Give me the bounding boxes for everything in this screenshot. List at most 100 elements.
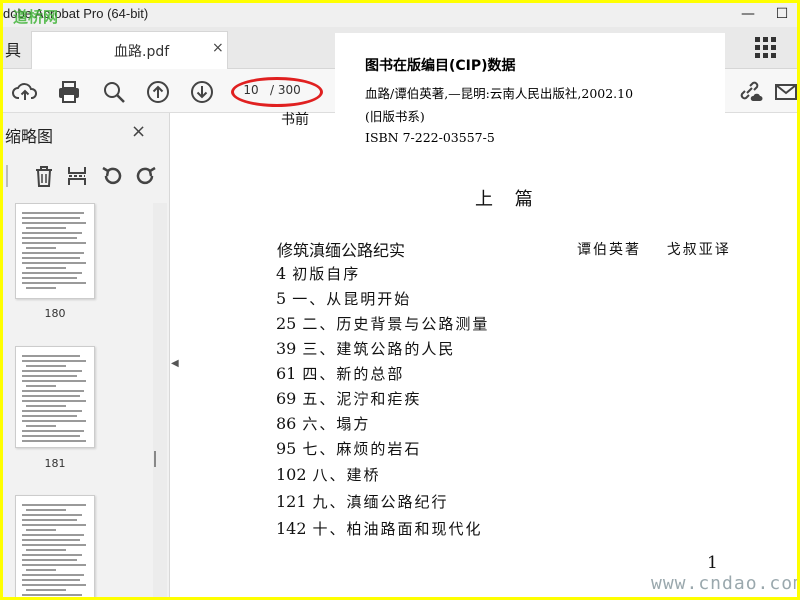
cip-line: (旧版书系) <box>365 109 425 124</box>
toc-entry: 5 一、从昆明开始 <box>276 289 412 308</box>
panel-title: 缩略图 <box>5 127 54 146</box>
cip-heading: 图书在版编目(CIP)数据 <box>365 58 516 74</box>
thumbnail-text-line <box>26 365 66 367</box>
thumbnail-text-line <box>22 564 86 566</box>
thumbnail-text-line <box>22 584 86 586</box>
collapse-panel-icon[interactable]: ◀ <box>171 358 181 378</box>
zoom-icon[interactable] <box>101 79 127 105</box>
thumbnail-text-line <box>22 217 80 219</box>
watermark-logo: 道桥网 <box>13 8 59 26</box>
delete-icon[interactable] <box>31 163 57 189</box>
thumbnail-text-line <box>22 370 82 372</box>
site-watermark: www.cndao.com <box>651 573 797 594</box>
toc-entry: 39 三、建筑公路的人民 <box>276 339 456 358</box>
thumbnail-text-line <box>22 430 84 432</box>
thumbnail-text-line <box>22 242 86 244</box>
mail-icon[interactable] <box>773 79 797 105</box>
thumbnail-text-line <box>26 267 66 269</box>
print-icon[interactable] <box>56 79 82 105</box>
thumbnail-text-line <box>22 574 84 576</box>
thumbnail-text-line <box>22 395 80 397</box>
page-thumbnail[interactable] <box>15 203 95 299</box>
thumbnail-text-line <box>22 410 82 412</box>
thumbnail-text-line <box>22 415 77 417</box>
thumbnail-text-line <box>22 360 86 362</box>
toc-entry: 121 九、滇缅公路纪行 <box>276 492 449 511</box>
thumbnail-text-line <box>22 252 84 254</box>
thumbnail-text-line <box>22 554 82 556</box>
cip-line: 血路/谭伯英著,—昆明:云南人民出版社,2002.10 <box>365 86 634 101</box>
extract-icon[interactable] <box>64 163 90 189</box>
thumbnail-text-line <box>26 509 66 511</box>
toc-entry: 102 八、建桥 <box>276 465 381 484</box>
thumbnail-text-line <box>22 519 77 521</box>
thumbnail-text-line <box>22 380 86 382</box>
page-number: 1 <box>707 553 718 573</box>
toc-entry: 95 七、麻烦的岩石 <box>276 439 422 458</box>
thumbnail-text-line <box>22 514 82 516</box>
close-tab-icon[interactable]: × <box>212 40 224 56</box>
link-cloud-icon[interactable] <box>737 79 763 105</box>
red-annotation-ellipse <box>231 77 323 107</box>
cip-overlay: 图书在版编目(CIP)数据 血路/谭伯英著,—昆明:云南人民出版社,2002.1… <box>335 33 725 163</box>
toc-entry: 69 五、泥泞和疟疾 <box>276 389 422 408</box>
thumbnail-text-line <box>26 385 56 387</box>
thumbnail-text-line <box>22 544 86 546</box>
page-up-icon[interactable] <box>145 79 171 105</box>
page-thumbnail[interactable] <box>15 495 95 597</box>
thumbnail-text-line <box>22 375 77 377</box>
thumbnail-text-line <box>26 227 66 229</box>
tool-divider <box>6 165 8 187</box>
thumbnail-text-line <box>22 440 86 442</box>
section-title: 上 篇 <box>475 189 541 210</box>
acrobat-window: dobe Acrobat Pro (64-bit) 道桥网 — ☐ 具 血路.p… <box>3 3 797 597</box>
book-title: 修筑滇缅公路纪实 <box>277 241 406 260</box>
thumbnail-text-line <box>22 355 80 357</box>
tab-document[interactable]: 血路.pdf × <box>31 31 228 69</box>
thumbnail-text-line <box>26 589 66 591</box>
book-authors: 谭伯英著 戈叔亚译 <box>577 242 731 258</box>
thumbnail-label: 180 <box>44 307 66 320</box>
scrollbar-thumb[interactable] <box>154 451 156 467</box>
tab-tools[interactable]: 具 <box>5 37 21 61</box>
page-down-icon[interactable] <box>189 79 215 105</box>
tab-document-label: 血路.pdf <box>114 44 170 60</box>
close-panel-icon[interactable]: × <box>131 121 146 142</box>
thumbnail-text-line <box>22 534 84 536</box>
apps-grid-icon[interactable] <box>753 35 779 61</box>
thumbnail-text-line <box>22 272 82 274</box>
thumbnail-text-line <box>22 237 77 239</box>
thumbnail-text-line <box>22 594 82 596</box>
maximize-button[interactable]: ☐ <box>767 3 797 27</box>
toc-entry: 61 四、新的总部 <box>276 364 405 383</box>
page-thumbnail[interactable] <box>15 346 95 448</box>
thumbnail-text-line <box>22 232 82 234</box>
thumbnail-text-line <box>22 435 80 437</box>
thumbnail-text-line <box>26 287 56 289</box>
thumbnail-text-line <box>26 549 66 551</box>
thumbnail-text-line <box>22 504 86 506</box>
thumbnail-text-line <box>22 257 80 259</box>
thumbnail-text-line <box>22 212 84 214</box>
rotate-right-icon[interactable] <box>133 163 159 189</box>
thumbnail-text-line <box>22 390 84 392</box>
thumbnail-label: 181 <box>44 457 66 470</box>
thumbnail-tools <box>3 161 168 193</box>
thumbnail-text-line <box>26 569 56 571</box>
toc-entry: 86 六、塌方 <box>276 414 371 433</box>
toc-entry: 142 十、柏油路面和现代化 <box>276 519 483 538</box>
rotate-left-icon[interactable] <box>99 163 125 189</box>
title-bar: dobe Acrobat Pro (64-bit) 道桥网 — ☐ <box>3 3 797 27</box>
thumbnail-text-line <box>22 559 77 561</box>
toc-entry: 25 二、历史背景与公路测量 <box>276 314 490 333</box>
thumbnail-text-line <box>22 539 80 541</box>
thumbnail-text-line <box>22 579 80 581</box>
thumbnail-text-line <box>26 425 56 427</box>
thumbnails-panel: 缩略图 × 180 181 <box>3 113 170 597</box>
thumbnail-scrollbar[interactable] <box>153 203 167 597</box>
thumbnail-text-line <box>22 222 86 224</box>
minimize-button[interactable]: — <box>733 3 763 27</box>
upload-icon[interactable] <box>12 79 38 105</box>
thumbnail-list: 180 181 <box>3 203 153 597</box>
thumbnail-text-line <box>22 277 77 279</box>
